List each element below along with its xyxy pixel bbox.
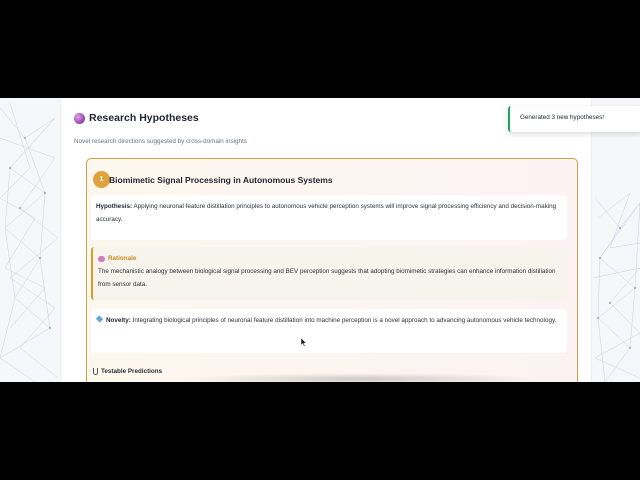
rationale-text: The mechanistic analogy between biologic… (98, 268, 556, 288)
rationale-header: Rationale (98, 252, 562, 265)
hypothesis-text: Applying neuronal feature distillation p… (96, 203, 557, 223)
testable-predictions-header[interactable]: Testable Predictions (93, 368, 162, 375)
novelty-label: Novelty: (106, 317, 131, 324)
gem-icon (95, 315, 104, 323)
brain-icon (98, 255, 105, 262)
app-viewport: Research Hypotheses Novel research direc… (0, 98, 640, 382)
success-toast[interactable]: Generated 3 new hypotheses! (508, 106, 640, 132)
page-title: Research Hypotheses (89, 112, 199, 124)
flask-icon (93, 368, 98, 375)
novelty-text: Integrating biological principles of neu… (132, 317, 557, 324)
toast-message: Generated 3 new hypotheses! (520, 114, 605, 121)
page-subtitle: Novel research directions suggested by c… (74, 138, 247, 145)
hypotheses-panel: Research Hypotheses Novel research direc… (60, 98, 592, 382)
hypothesis-section: Hypothesis: Applying neuronal feature di… (91, 195, 567, 240)
hypothesis-number-badge: 1 (93, 171, 110, 188)
hypothesis-label: Hypothesis: (96, 203, 133, 210)
hypothesis-card[interactable]: 1 Biomimetic Signal Processing in Autono… (86, 158, 578, 382)
rationale-label: Rationale (108, 255, 137, 262)
testable-predictions-label: Testable Predictions (101, 368, 163, 375)
mouse-cursor-icon (301, 338, 307, 347)
hypothesis-title: Biomimetic Signal Processing in Autonomo… (109, 175, 333, 185)
rationale-section: Rationale The mechanistic analogy betwee… (91, 247, 567, 300)
novelty-section: Novelty: Integrating biological principl… (91, 309, 567, 353)
scroll-shadow (181, 373, 541, 382)
brain-icon (74, 112, 85, 124)
page-header: Research Hypotheses (74, 112, 199, 124)
